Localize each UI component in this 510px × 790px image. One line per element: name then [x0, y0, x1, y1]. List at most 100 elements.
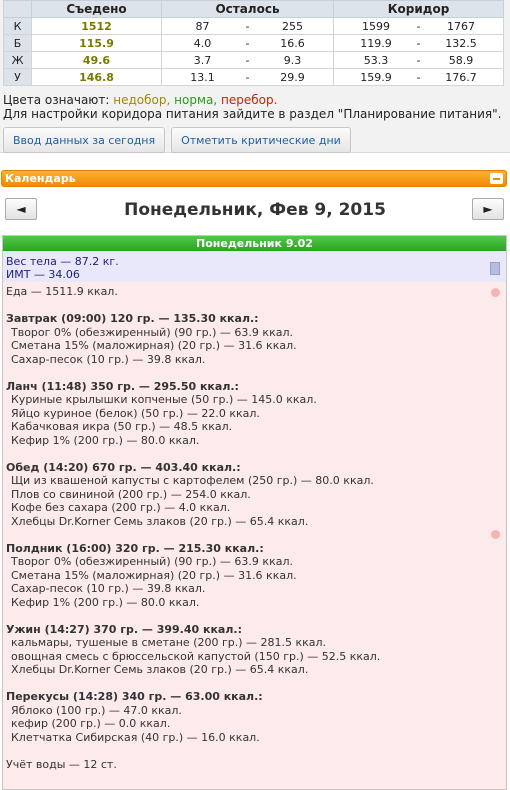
day-header: Понедельник 9.02: [3, 236, 506, 251]
enter-today-button[interactable]: Ввод данных за сегодня: [3, 127, 166, 153]
legend-hint: Для настройки коридора питания зайдите в…: [3, 107, 502, 121]
corridor-min: 53.3: [363, 53, 389, 67]
meal-item: Кабачковая икра (50 гр.) — 48.5 ккал.: [11, 420, 233, 433]
macro-table: Съедено Осталось Коридор К 1512 87 - 255 1599…: [3, 0, 504, 86]
summary-panel: Съедено Осталось Коридор К 1512 87 - 255 1599…: [0, 0, 510, 153]
meal-item: Кефир 1% (200 гр.) — 80.0 ккал.: [11, 433, 200, 447]
food-section: Еда — 1511.9 ккал. Завтрак (09:00) 120 г…: [3, 282, 506, 789]
meal-title[interactable]: Обед (14:20) 670 гр. — 403.40 ккал.:: [6, 461, 506, 475]
food-edit-icon[interactable]: [491, 530, 500, 539]
remaining-max: 29.9: [280, 70, 305, 84]
body-weight-section: Вес тела — 87.2 кг. ИМТ — 34.06: [3, 251, 506, 282]
body-weight: Вес тела — 87.2 кг.: [6, 255, 119, 268]
macro-eaten: 146.8: [31, 68, 162, 86]
meal-item: Клетчатка Сибирская (40 гр.) — 16.0 ккал…: [11, 730, 260, 744]
macro-label: Б: [3, 34, 32, 52]
corridor-max: 1767: [447, 19, 475, 33]
header-eaten: Съедено: [31, 0, 162, 18]
legend-under: недобор,: [113, 93, 171, 107]
legend-prefix: Цвета означают:: [3, 93, 110, 107]
meal-item: Яблоко (100 гр.) — 47.0 ккал.: [11, 703, 182, 717]
separator: -: [245, 53, 250, 67]
macro-label: У: [3, 68, 32, 86]
meal-title[interactable]: Перекусы (14:28) 340 гр. — 63.00 ккал.:: [6, 690, 506, 704]
calendar-title: Календарь: [5, 172, 76, 185]
remaining-min: 87: [195, 19, 210, 33]
macro-corridor: 53.3 - 58.9: [333, 51, 504, 69]
food-total: Еда — 1511.9 ккал.: [6, 285, 118, 298]
meal-title[interactable]: Ланч (11:48) 350 гр. — 295.50 ккал.:: [6, 380, 506, 394]
meal-item: Щи из квашеной капусты с картофелем (250…: [11, 474, 374, 487]
corridor-min: 1599: [362, 19, 390, 33]
meal-item: Сметана 15% (маложирная) (20 гр.) — 31.6…: [11, 339, 297, 352]
legend-over: перебор.: [221, 93, 278, 107]
remaining-max: 16.6: [280, 36, 305, 50]
minimize-icon[interactable]: [490, 173, 503, 184]
macro-eaten: 115.9: [31, 34, 162, 52]
meal-item: Сахар-песок (10 гр.) — 39.8 ккал.: [11, 582, 206, 595]
meal-item: Кефир 1% (200 гр.) — 80.0 ккал.: [11, 595, 200, 609]
remaining-max: 9.3: [283, 53, 302, 67]
remaining-min: 3.7: [193, 53, 212, 67]
meal-item: Сахар-песок (10 гр.) — 39.8 ккал.: [11, 352, 206, 366]
meal-item: Яйцо куриное (белок) (50 гр.) — 22.0 кка…: [11, 406, 260, 420]
mark-critical-days-button[interactable]: Отметить критические дни: [171, 127, 351, 153]
meal-item: Куриные крылышки копченые (50 гр.) — 145…: [11, 393, 317, 406]
edit-weight-icon[interactable]: [490, 262, 500, 275]
meal-item: овощная смесь с брюссельской капустой (1…: [11, 649, 381, 663]
macro-row: К 1512 87 - 255 1599 - 1767: [3, 17, 504, 35]
meal-item: Кофе без сахара (200 гр.) — 4.0 ккал.: [11, 501, 231, 514]
header-blank: [3, 0, 32, 18]
macro-corridor: 1599 - 1767: [333, 17, 504, 35]
header-corridor: Коридор: [333, 0, 504, 18]
macro-label: К: [3, 17, 32, 35]
macro-label: Ж: [3, 51, 32, 69]
macro-row: Ж 49.6 3.7 - 9.3 53.3 - 58.9: [3, 51, 504, 69]
meal-item: Хлебцы Dr.Korner Семь злаков (20 гр.) — …: [11, 663, 309, 676]
remaining-min: 4.0: [193, 36, 212, 50]
legend: Цвета означают: недобор, норма, перебор.…: [3, 93, 510, 121]
macro-row: Б 115.9 4.0 - 16.6 119.9 - 132.5: [3, 34, 504, 52]
meal-item: кальмары, тушеные в сметане (200 гр.) — …: [11, 636, 327, 649]
header-remaining: Осталось: [161, 0, 334, 18]
corridor-min: 159.9: [360, 70, 392, 84]
water-count: Учёт воды — 12 ст.: [6, 757, 117, 771]
food-edit-icon[interactable]: [491, 288, 500, 297]
meal-title[interactable]: Полдник (16:00) 320 гр. — 215.30 ккал.:: [6, 542, 506, 556]
macro-eaten: 1512: [31, 17, 162, 35]
date-navigation: ◄ Понедельник, Фев 9, 2015 ►: [0, 198, 510, 222]
separator: -: [245, 36, 250, 50]
corridor-max: 176.7: [445, 70, 477, 84]
meal-item: Творог 0% (обезжиренный) (90 гр.) — 63.9…: [11, 325, 293, 339]
separator: -: [416, 53, 421, 67]
macro-eaten: 49.6: [31, 51, 162, 69]
corridor-max: 58.9: [448, 53, 474, 67]
separator: -: [416, 36, 421, 50]
bmi: ИМТ — 34.06: [6, 268, 80, 281]
macro-remaining: 3.7 - 9.3: [161, 51, 334, 69]
corridor-min: 119.9: [360, 36, 392, 50]
separator: -: [416, 19, 421, 33]
meal-item: кефир (200 гр.) — 0.0 ккал.: [11, 717, 171, 730]
meal-title[interactable]: Ужин (14:27) 370 гр. — 399.40 ккал.:: [6, 623, 506, 637]
separator: -: [245, 70, 250, 84]
separator: -: [245, 19, 250, 33]
action-buttons: Ввод данных за сегодня Отметить критичес…: [3, 127, 510, 153]
remaining-min: 13.1: [190, 70, 215, 84]
day-card: Понедельник 9.02 Вес тела — 87.2 кг. ИМТ…: [2, 235, 507, 790]
macro-remaining: 87 - 255: [161, 17, 334, 35]
meal-item: Плов со свининой (200 гр.) — 254.0 ккал.: [11, 487, 251, 501]
meal-item: Творог 0% (обезжиренный) (90 гр.) — 63.9…: [11, 555, 293, 568]
macro-remaining: 13.1 - 29.9: [161, 68, 334, 86]
macro-remaining: 4.0 - 16.6: [161, 34, 334, 52]
meal-item: Хлебцы Dr.Korner Семь злаков (20 гр.) — …: [11, 514, 309, 528]
remaining-max: 255: [282, 19, 303, 33]
corridor-max: 132.5: [445, 36, 477, 50]
current-date: Понедельник, Фев 9, 2015: [124, 200, 386, 220]
macro-corridor: 119.9 - 132.5: [333, 34, 504, 52]
next-day-button[interactable]: ►: [472, 198, 504, 220]
calendar-panel-header[interactable]: Календарь: [1, 170, 507, 187]
meal-title[interactable]: Завтрак (09:00) 120 гр. — 135.30 ккал.:: [6, 312, 506, 326]
legend-norm: норма,: [174, 93, 218, 107]
separator: -: [416, 70, 421, 84]
